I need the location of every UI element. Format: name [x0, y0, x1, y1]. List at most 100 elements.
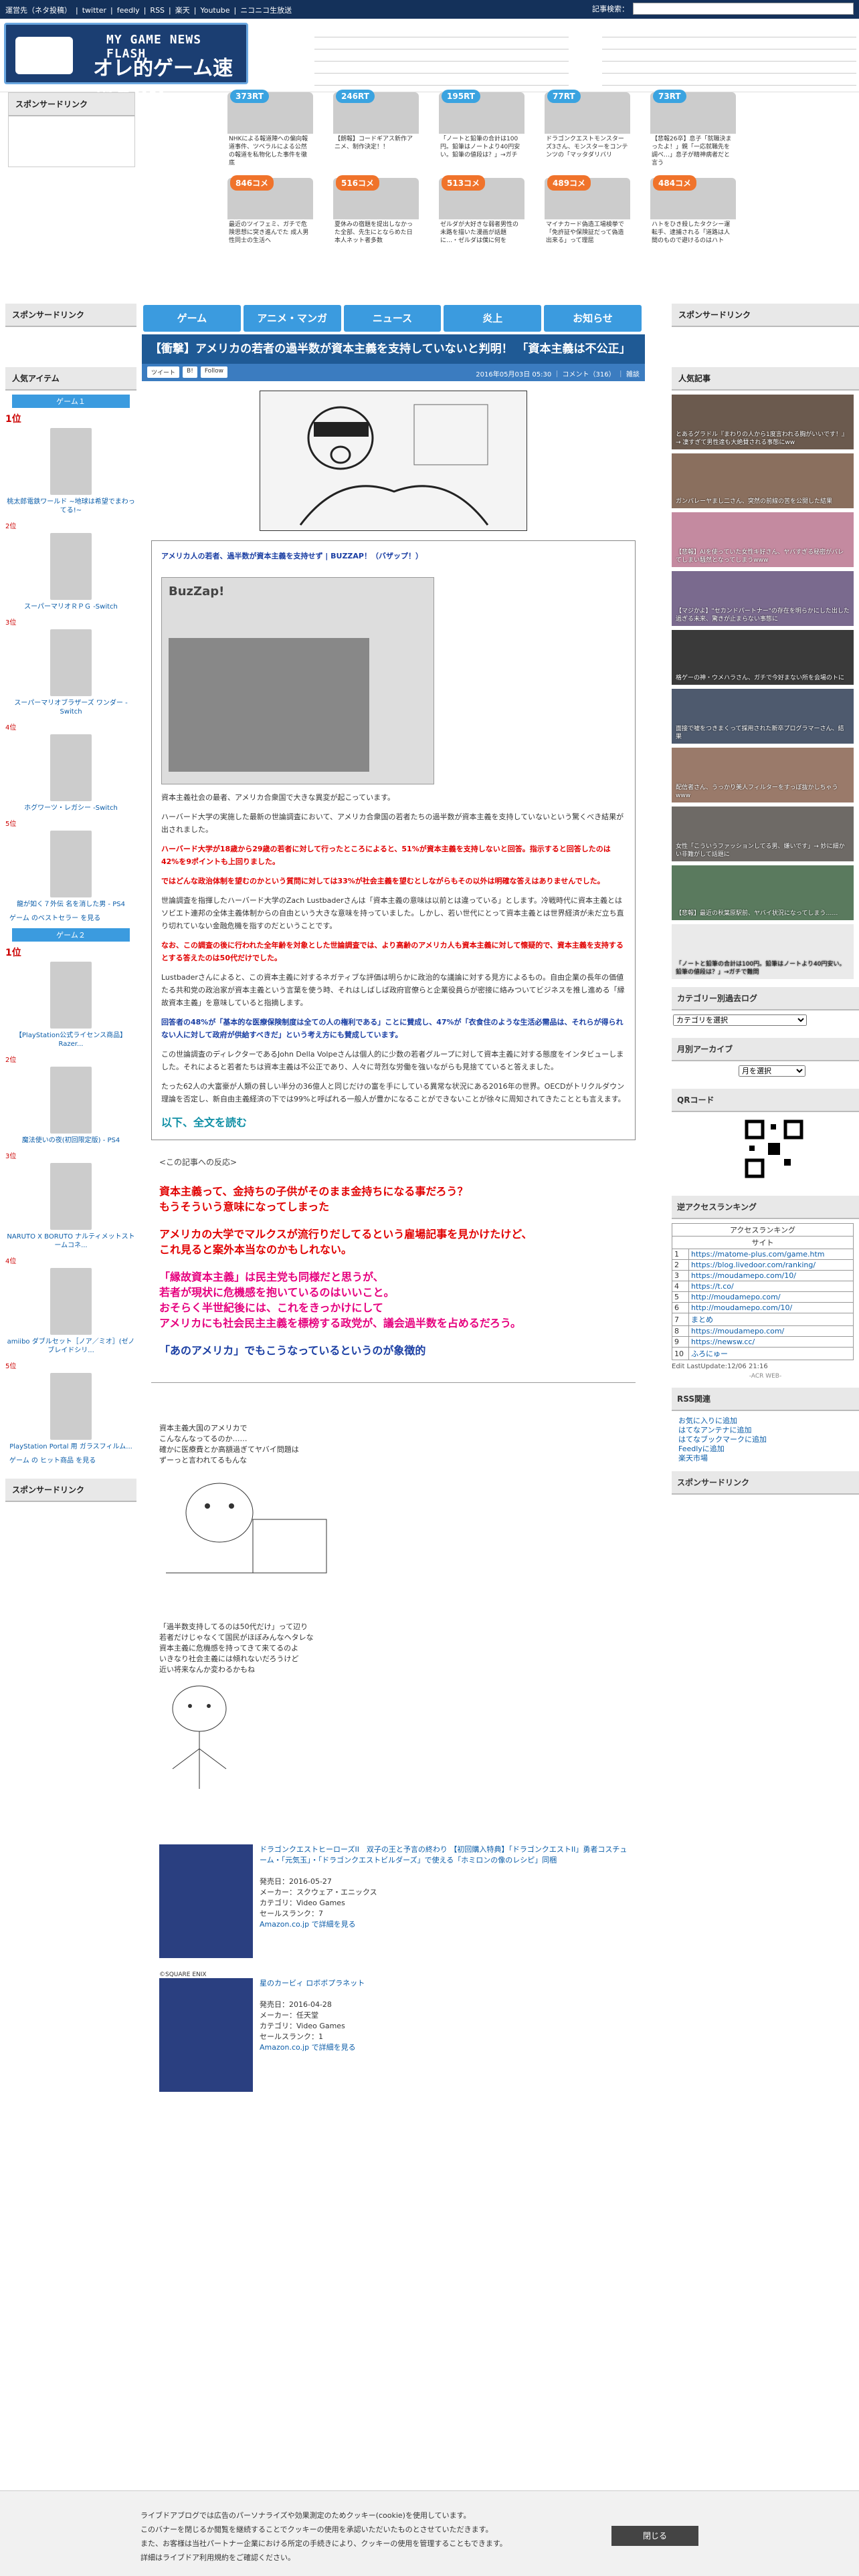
rank-card[interactable]: 484コメ ハトをひき殺したタクシー運転手、逮捕される「道路は人間のもので避けるの… — [650, 175, 736, 257]
rank-card[interactable]: 73RT 【悲報26卒】息子「就職決まったよ！」親「一応就職先を調べ…」息子が精神… — [650, 90, 736, 171]
product-detail: 発売日：2016-04-28 — [260, 2000, 332, 2009]
rss-link[interactable]: 楽天市場 — [678, 1454, 852, 1463]
access-url[interactable]: ふろにゅー — [688, 1347, 854, 1360]
game-thumbnail[interactable] — [50, 734, 92, 801]
game-title[interactable]: スーパーマリオＲＰＧ -Switch — [5, 603, 136, 611]
game-thumbnail[interactable] — [50, 629, 92, 696]
reaction-line: これ見ると案外本当なのかもしれない。 — [159, 1243, 353, 1256]
article-paragraph: Lustbaderさんによると、この資本主義に対するネガティブな評価は明らかに政… — [161, 973, 625, 1007]
product-title[interactable]: 星のカービィ ロボボプラネット — [260, 1978, 365, 1989]
read-more-link[interactable]: 以下、全文を読む — [161, 1115, 626, 1130]
game-thumbnail[interactable] — [50, 962, 92, 1029]
access-url[interactable]: https://blog.livedoor.com/ranking/ — [688, 1259, 854, 1271]
nav-tab[interactable]: ゲーム — [143, 305, 241, 332]
nav-tab[interactable]: ニュース — [343, 305, 442, 332]
popular-article[interactable]: 格ゲーの神・ウメハラさん、ガチで今好まない所を会場のトに — [672, 630, 854, 685]
rank-row: スポンサードリンク 373RT NHKによる報道陣への偏向報道事件、ツベラルによる… — [8, 90, 851, 259]
game-title[interactable]: ホグワーツ・レガシー -Switch — [5, 804, 136, 813]
popular-article[interactable]: 女性「こういうファッションしてる男、嫌いです」→ 妙に細かい非難がして話題に — [672, 807, 854, 861]
article-title[interactable]: 【衝撃】アメリカの若者の過半数が資本主義を支持していないと判明！ 「資本主義は不… — [142, 334, 645, 364]
access-url[interactable]: https://moudamepo.com/ — [688, 1325, 854, 1337]
top-link[interactable]: twitter — [82, 6, 106, 15]
rank-card[interactable]: 513コメ ゼルダが大好きな弱者男性の未路を描いた漫画が話題に…・ゼルダは僕に何を — [439, 175, 524, 257]
rss-link[interactable]: はてなアンテナに追加 — [678, 1426, 852, 1435]
popular-article[interactable]: 「ノートと鉛筆の合計は100円。鉛筆はノートより40円安い。鉛筆の値段は？」→ガ… — [672, 924, 854, 979]
site-logo[interactable]: MY GAME NEWS FLASH オレ的ゲーム速報@JIN — [4, 23, 248, 110]
rank-card[interactable]: 846コメ 最近のツイフェミ、ガチで危険思想に突き進んでた 成人男性同士の生活へ — [227, 175, 313, 257]
popular-article-title: 【悲報】AIを使っていた女性キ好さん、ヤバすぎる秘密がバレてしまい騒然となってし… — [676, 549, 844, 564]
rank-card[interactable]: 77RT ドラゴンクエストモンスターズ3さん、モンスターをコンテンツの「マッタダリ… — [545, 90, 630, 171]
rank-card[interactable]: 489コメ マイナカード偽造工場検挙で「免許証や保険証だって偽造出来る」って理屈 — [545, 175, 630, 257]
monthly-select[interactable]: 月を選択 — [739, 1065, 805, 1077]
game-thumbnail[interactable] — [50, 428, 92, 495]
access-url[interactable]: http://moudamepo.com/10/ — [688, 1302, 854, 1313]
game-title[interactable]: NARUTO X BORUTO ナルティメットストームコネ... — [5, 1232, 136, 1250]
share-button[interactable]: Follow — [200, 366, 228, 378]
top-link[interactable]: Youtube — [200, 6, 229, 15]
popular-article[interactable]: 配信者さん、うっかり美人フィルターをすっぽ抜かしちゃうwww — [672, 748, 854, 802]
access-url[interactable]: http://moudamepo.com/ — [688, 1291, 854, 1303]
popular-article[interactable]: 【悲報】最近の秋葉原駅前、ヤバイ状況になってしまう…… — [672, 865, 854, 920]
qr-heading: QRコード — [672, 1089, 859, 1112]
rank-card[interactable]: 373RT NHKによる報道陣への偏向報道事件、ツベラルによる公然の報道を私物化し… — [227, 90, 313, 171]
right-sponsor-heading: スポンサードリンク — [672, 304, 859, 327]
popular-article[interactable]: 【悲報】AIを使っていた女性キ好さん、ヤバすぎる秘密がバレてしまい騒然となってし… — [672, 512, 854, 567]
nav-tab[interactable]: お知らせ — [544, 305, 642, 332]
game-thumbnail[interactable] — [50, 1373, 92, 1440]
product-image[interactable] — [159, 1978, 253, 2092]
rank-card[interactable]: 516コメ 夏休みの宿題を提出しなかった全部、先生にとならめた日本人ネット者多数 — [333, 175, 419, 257]
access-url[interactable]: https://moudamepo.com/10/ — [688, 1270, 854, 1281]
game-thumbnail[interactable] — [50, 831, 92, 897]
rss-link[interactable]: お気に入りに追加 — [678, 1416, 852, 1426]
game-title[interactable]: 【PlayStation公式ライセンス商品】 Razer... — [5, 1031, 136, 1049]
category-select[interactable]: カテゴリを選択 — [673, 1014, 807, 1026]
access-footer-brand[interactable]: -ACR WEB- — [672, 1373, 859, 1380]
game-thumbnail[interactable] — [50, 1067, 92, 1134]
product-image[interactable] — [159, 1844, 253, 1958]
separator: | — [76, 6, 78, 15]
source-link[interactable]: アメリカ人の若者、過半数が資本主義を支持せず | BUZZAP！（バザップ！） — [161, 550, 626, 561]
game-title[interactable]: スーパーマリオブラザーズ ワンダー -Switch — [5, 699, 136, 716]
rss-link[interactable]: Feedlyに追加 — [678, 1444, 852, 1454]
access-url[interactable]: https://t.co/ — [688, 1281, 854, 1292]
share-button[interactable]: B! — [183, 366, 197, 378]
game-title[interactable]: 龍が如く７外伝 名を消した男 - PS4 — [5, 900, 136, 909]
game2-more-link[interactable]: ゲーム の ヒット商品 を見る — [9, 1457, 136, 1465]
top-link[interactable]: 楽天 — [175, 6, 190, 15]
game-thumbnail[interactable] — [50, 1268, 92, 1335]
product-link[interactable]: Amazon.co.jp で詳細を見る — [260, 2042, 365, 2053]
game-thumbnail[interactable] — [50, 533, 92, 600]
game-title[interactable]: amiibo ダブルセット［ノア／ミオ］(ゼノブレイドシリ... — [5, 1337, 136, 1355]
cookie-close-button[interactable]: 閉じる — [611, 2526, 698, 2546]
rank-card[interactable]: 246RT 【朗報】コードギアス新作アニメ、制作決定！！ — [333, 90, 419, 171]
top-link[interactable]: ニコニコ生放送 — [240, 6, 292, 15]
top-link[interactable]: feedly — [117, 6, 140, 15]
popular-article[interactable]: 【マジかよ】"セカンドパートナー"の存在を明らかにした出した過ぎる未来、驚きが止… — [672, 571, 854, 626]
game-rank: 2位 — [5, 523, 17, 530]
game1-more-link[interactable]: ゲーム のベストセラー を見る — [9, 914, 136, 923]
top-link[interactable]: 運営先（ネタ投稿） — [5, 6, 72, 15]
rank-card[interactable]: 195RT 「ノートと鉛筆の合計は100円。鉛筆はノートより40円安い。鉛筆の値段… — [439, 90, 524, 171]
aa-line: 資本主義大国のアメリカで — [159, 1424, 248, 1432]
popular-article[interactable]: 面接で嘘をつきまくって採用された新卒プログラマーさん、結果 — [672, 689, 854, 744]
game-title[interactable]: 桃太郎電鉄ワールド ~地球は希望でまわってる!~ — [5, 498, 136, 515]
share-button[interactable]: ツイート — [147, 366, 180, 378]
game-title[interactable]: PlayStation Portal 用 ガラスフィルム... — [5, 1442, 136, 1451]
popular-article[interactable]: とあるグラドル『まわりの人から1度言われる胸がいいです！』→ 凄すぎて男性達も大… — [672, 395, 854, 449]
rss-link[interactable]: はてなブックマークに追加 — [678, 1435, 852, 1444]
search-input[interactable] — [633, 3, 854, 15]
access-url[interactable]: https://newsw.cc/ — [688, 1336, 854, 1348]
access-url[interactable]: https://matome-plus.com/game.htm — [688, 1249, 854, 1260]
game-thumbnail[interactable] — [50, 1163, 92, 1230]
nav-tab[interactable]: アニメ・マンガ — [243, 305, 341, 332]
access-url[interactable]: まとめ — [688, 1313, 854, 1326]
product-title[interactable]: ドラゴンクエストヒーローズII 双子の王と予言の終わり 【初回購入特典】「ドラゴ… — [260, 1844, 628, 1866]
game-title[interactable]: 魔法使いの夜(初回限定版) - PS4 — [5, 1136, 136, 1145]
top-link[interactable]: RSS — [150, 6, 165, 15]
nav-tab[interactable]: 炎上 — [444, 305, 542, 332]
popular-article[interactable]: ガンバレーヤまし二さん、突然の前線の苦を公開した結果 — [672, 453, 854, 508]
aa-line: 資本主義に危機感を持ってきて来てるのよ — [159, 1644, 299, 1652]
product-link[interactable]: Amazon.co.jp で詳細を見る — [260, 1919, 628, 1930]
rank-card-image: 77RT — [545, 90, 630, 134]
quote-box: アメリカ人の若者、過半数が資本主義を支持せず | BUZZAP！（バザップ！） … — [151, 540, 636, 1140]
